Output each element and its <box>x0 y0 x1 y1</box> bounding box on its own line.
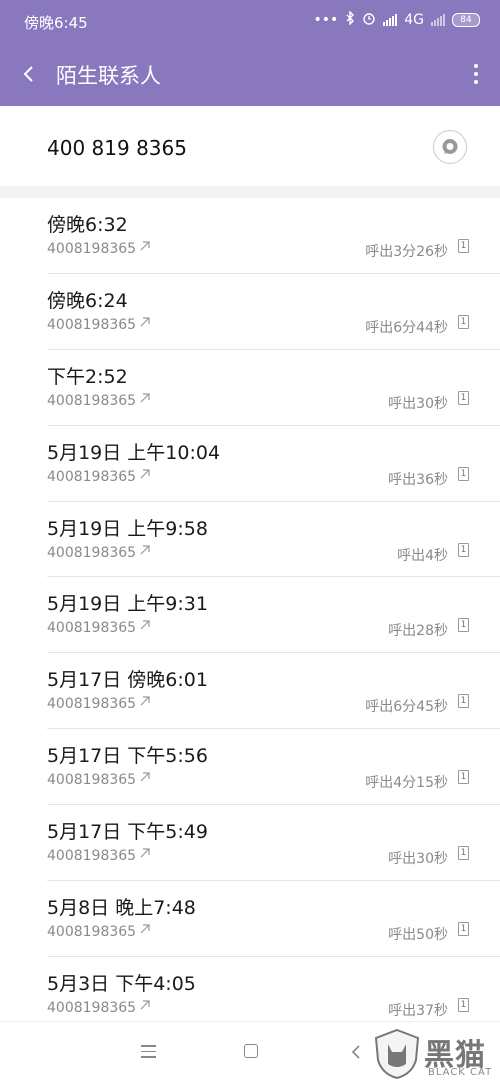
sim-card-icon: 1 <box>458 239 469 253</box>
app-bar: 陌生联系人 <box>0 42 500 106</box>
call-log-item[interactable]: 5月8日 晚上7:48 4008198365 呼出50秒 1 <box>47 881 500 957</box>
section-divider <box>0 186 500 198</box>
call-datetime: 5月17日 下午5:49 <box>47 821 208 844</box>
status-bar: 傍晚6:45 ••• 4G 84 <box>0 0 500 42</box>
sim-card-icon: 1 <box>458 997 469 1012</box>
contact-number: 400 819 8365 <box>47 136 187 160</box>
call-log-item[interactable]: 5月17日 下午5:49 4008198365 呼出30秒 1 <box>47 805 500 882</box>
sim-card-icon: 1 <box>458 390 469 405</box>
call-duration: 呼出6分45秒 <box>365 699 448 716</box>
sim-card-icon: 1 <box>458 922 469 937</box>
battery-icon: 84 <box>452 13 480 27</box>
call-datetime: 5月17日 下午5:56 <box>47 745 208 768</box>
outgoing-call-icon <box>140 544 150 554</box>
watermark: 黑猫 BLACK CAT <box>372 1026 500 1083</box>
chevron-left-icon <box>23 66 33 82</box>
sim-card-icon: 1 <box>458 770 469 785</box>
call-duration: 呼出3分26秒 <box>365 244 448 260</box>
call-number: 4008198365 <box>47 999 137 1016</box>
call-duration: 呼出6分44秒 <box>365 319 448 336</box>
call-datetime: 傍晚6:32 <box>47 214 128 236</box>
sim-card-icon: 1 <box>458 846 469 861</box>
signal-icon <box>383 14 398 26</box>
call-number: 4008198365 <box>47 620 137 637</box>
back-nav-button[interactable] <box>350 1044 362 1064</box>
sim-card-icon: 1 <box>458 314 469 329</box>
outgoing-call-icon <box>140 696 150 706</box>
more-options-button[interactable] <box>472 64 480 86</box>
outgoing-call-icon <box>140 317 150 327</box>
call-number: 4008198365 <box>47 316 137 333</box>
call-number: 4008198365 <box>47 241 137 257</box>
call-log-item[interactable]: 5月17日 下午5:56 4008198365 呼出4分15秒 1 <box>47 729 500 806</box>
call-datetime: 5月19日 上午9:31 <box>47 593 208 616</box>
alarm-icon <box>362 11 376 29</box>
sim-card-icon: 1 <box>458 694 469 709</box>
call-duration: 呼出36秒 <box>388 471 448 488</box>
status-time: 傍晚6:45 <box>24 14 88 32</box>
call-datetime: 5月19日 上午10:04 <box>47 441 221 464</box>
outgoing-call-icon <box>140 620 150 630</box>
call-log-item[interactable]: 傍晚6:32 4008198365 呼出3分26秒 1 <box>47 198 500 274</box>
outgoing-call-icon <box>140 393 150 403</box>
signal-icon-2 <box>431 14 445 26</box>
call-duration: 呼出4分15秒 <box>365 775 448 792</box>
outgoing-call-icon <box>140 772 150 782</box>
cat-shield-icon <box>374 1028 420 1080</box>
page-title: 陌生联系人 <box>56 64 161 88</box>
call-duration: 呼出50秒 <box>388 927 448 944</box>
home-nav-button[interactable] <box>244 1044 258 1058</box>
call-number: 4008198365 <box>47 696 137 713</box>
call-datetime: 5月19日 上午9:58 <box>47 517 208 540</box>
status-icons: ••• 4G 84 <box>313 10 480 29</box>
call-duration: 呼出30秒 <box>388 851 448 868</box>
call-duration: 呼出4秒 <box>397 547 448 564</box>
message-button[interactable] <box>433 130 467 164</box>
call-log-item[interactable]: 下午2:52 4008198365 呼出30秒 1 <box>47 350 500 426</box>
call-log-item[interactable]: 傍晚6:24 4008198365 呼出6分44秒 1 <box>47 274 500 350</box>
call-datetime: 5月17日 傍晚6:01 <box>47 669 208 692</box>
back-button[interactable] <box>18 62 42 86</box>
watermark-subtext: BLACK CAT <box>428 1067 493 1078</box>
sim-card-icon: 1 <box>458 542 469 557</box>
outgoing-call-icon <box>140 848 150 858</box>
outgoing-call-icon <box>140 469 150 479</box>
call-number: 4008198365 <box>47 924 137 941</box>
call-datetime: 傍晚6:24 <box>47 289 128 312</box>
call-number: 4008198365 <box>47 772 137 789</box>
call-duration: 呼出37秒 <box>388 1002 448 1019</box>
call-duration: 呼出30秒 <box>388 395 448 412</box>
outgoing-call-icon <box>140 1000 150 1010</box>
call-log-item[interactable]: 5月19日 上午9:58 4008198365 呼出4秒 1 <box>47 502 500 578</box>
call-log-item[interactable]: 5月17日 傍晚6:01 4008198365 呼出6分45秒 1 <box>47 653 500 730</box>
menu-nav-button[interactable] <box>141 1045 156 1062</box>
call-datetime: 5月3日 下午4:05 <box>47 972 196 995</box>
network-type: 4G <box>404 12 424 28</box>
call-datetime: 5月8日 晚上7:48 <box>47 897 196 920</box>
chevron-left-icon <box>351 1045 360 1059</box>
notification-dots: ••• <box>313 12 339 28</box>
call-log-item[interactable]: 5月19日 上午9:31 4008198365 呼出28秒 1 <box>47 577 500 654</box>
outgoing-call-icon <box>140 241 150 251</box>
call-log-item[interactable]: 5月19日 上午10:04 4008198365 呼出36秒 1 <box>47 426 500 502</box>
call-number: 4008198365 <box>47 468 137 485</box>
call-duration: 呼出28秒 <box>388 623 448 640</box>
sim-card-icon: 1 <box>458 466 469 481</box>
contact-number-row[interactable]: 400 819 8365 <box>0 106 500 186</box>
message-icon <box>442 139 458 154</box>
sim-card-icon: 1 <box>458 618 469 633</box>
call-datetime: 下午2:52 <box>47 365 128 388</box>
outgoing-call-icon <box>140 924 150 934</box>
call-number: 4008198365 <box>47 848 137 865</box>
call-log-list: 傍晚6:32 4008198365 呼出3分26秒 1 傍晚6:24 40081… <box>0 198 500 1033</box>
call-number: 4008198365 <box>47 544 137 561</box>
call-number: 4008198365 <box>47 392 137 409</box>
bluetooth-icon <box>345 10 355 29</box>
